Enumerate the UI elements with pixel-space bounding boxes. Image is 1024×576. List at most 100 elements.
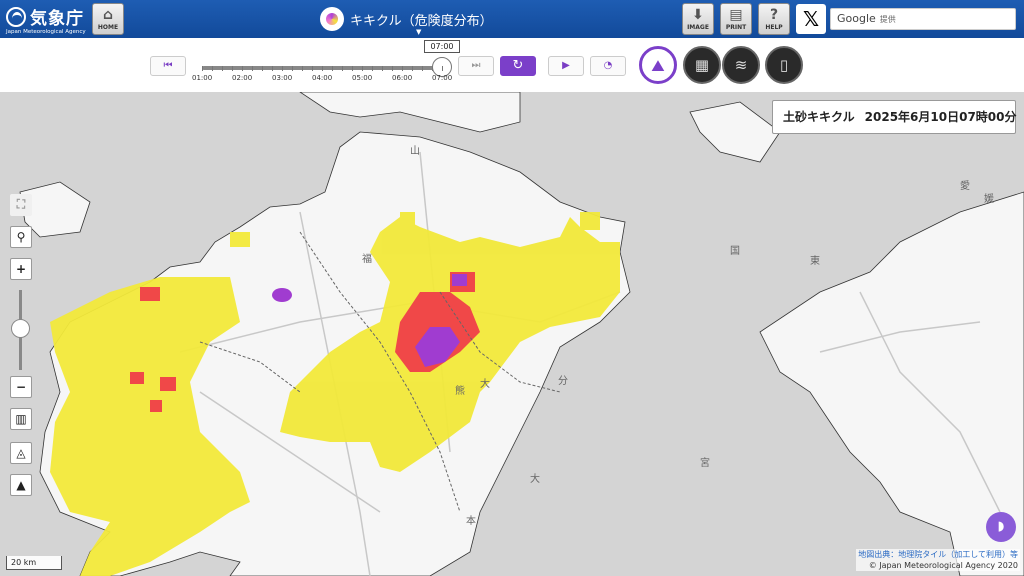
home-button[interactable]: ⌂ HOME bbox=[92, 3, 124, 35]
skip-last-button[interactable]: ⏭ bbox=[458, 56, 494, 76]
jma-logo[interactable]: 気象庁 Japan Meteorological Agency bbox=[6, 4, 88, 35]
zoom-slider-handle[interactable] bbox=[11, 319, 30, 338]
time-tick-label: 01:00 bbox=[192, 74, 213, 82]
logo-english: Japan Meteorological Agency bbox=[6, 29, 86, 35]
image-button[interactable]: ⬇ IMAGE bbox=[682, 3, 714, 35]
datetime-panel: 土砂キキクル 2025年6月10日07時00分 bbox=[772, 100, 1017, 134]
time-tick-mark bbox=[312, 66, 313, 71]
time-tick-mark bbox=[282, 66, 283, 71]
product-title: キキクル（危険度分布） bbox=[350, 13, 493, 29]
place-label: 分 bbox=[558, 376, 568, 387]
help-button[interactable]: ? HELP bbox=[758, 3, 790, 35]
terrain-layer-button[interactable]: ▲ bbox=[10, 474, 32, 496]
place-label: 山 bbox=[410, 146, 420, 157]
legend-button[interactable]: ◗ bbox=[986, 512, 1016, 542]
place-label: 東 bbox=[810, 256, 820, 267]
scale-bar: 20 km bbox=[6, 556, 62, 570]
map-icon: ▯ bbox=[779, 56, 789, 74]
time-tick-mark bbox=[202, 66, 203, 71]
map-attribution: 地図出典：地理院タイル（加工して利用）等 © Japan Meteorologi… bbox=[856, 549, 1020, 571]
building-flood-icon: ▦ bbox=[694, 56, 710, 74]
place-label: 媛 bbox=[984, 194, 994, 205]
map-view[interactable]: 福熊分大本大宮愛媛国東山 ⛶ ⚲ + − ▥ ◬ ▲ bbox=[0, 92, 1024, 576]
fullscreen-icon: ⛶ bbox=[16, 197, 26, 211]
play-button[interactable]: ▶ bbox=[548, 56, 584, 76]
time-tick-mark bbox=[432, 66, 433, 71]
place-label: 国 bbox=[730, 246, 740, 257]
zoom-in-button[interactable]: + bbox=[10, 258, 32, 280]
place-label: 大 bbox=[530, 474, 540, 485]
observation-datetime: 2025年6月10日07時00分 bbox=[864, 110, 1017, 124]
place-label: 宮 bbox=[700, 458, 710, 469]
landslide-mode-button[interactable]: ⛰ bbox=[639, 46, 677, 84]
header-bar: 気象庁 Japan Meteorological Agency ⌂ HOME キ… bbox=[0, 0, 1024, 38]
current-time-label: 07:00 bbox=[424, 40, 460, 53]
honshu-land bbox=[299, 92, 521, 133]
inundation-mode-button[interactable]: ▦ bbox=[683, 46, 721, 84]
time-tick-mark bbox=[352, 66, 353, 71]
house-icon: ⌂ bbox=[102, 7, 114, 23]
search-label: Google bbox=[837, 12, 876, 25]
play-icon: ▶ bbox=[562, 60, 570, 71]
place-label: 大 bbox=[480, 379, 490, 390]
print-label: PRINT bbox=[725, 24, 747, 31]
time-tick-mark bbox=[332, 66, 333, 71]
product-name: 土砂キキクル bbox=[783, 110, 855, 124]
timeline-controls: ⏮ 07:00 01:00 02:00 03:00 04:00 05:00 06:00 07… bbox=[0, 38, 1024, 92]
fullscreen-button[interactable]: ⛶ bbox=[10, 194, 32, 216]
time-tick-mark bbox=[422, 66, 423, 71]
map-pin-icon: ⚲ bbox=[16, 230, 26, 244]
time-tick-mark bbox=[382, 66, 383, 71]
current-location-button[interactable]: ⚲ bbox=[10, 226, 32, 248]
speedometer-icon: ◔ bbox=[603, 60, 613, 71]
place-label: 本 bbox=[466, 516, 476, 527]
place-label: 愛 bbox=[960, 181, 970, 192]
time-tick-mark bbox=[392, 66, 393, 71]
water-drop-icon: ◬ bbox=[16, 446, 26, 460]
attribution-copyright: © Japan Meteorological Agency 2020 bbox=[856, 560, 1020, 571]
reload-button[interactable]: ↻ bbox=[500, 56, 536, 76]
river-icon: ≋ bbox=[734, 56, 748, 74]
time-tick-mark bbox=[272, 66, 273, 71]
time-tick-label: 06:00 bbox=[392, 74, 413, 82]
attribution-source-link[interactable]: 地図出典：地理院タイル（加工して利用）等 bbox=[856, 549, 1020, 560]
time-tick-mark bbox=[372, 66, 373, 71]
skip-forward-icon: ⏭ bbox=[471, 60, 481, 71]
time-tick-mark bbox=[362, 66, 363, 71]
water-layer-button[interactable]: ◬ bbox=[10, 442, 32, 464]
place-label: 熊 bbox=[455, 386, 465, 397]
map-mode-button[interactable]: ▯ bbox=[765, 46, 803, 84]
jma-logo-icon bbox=[6, 7, 26, 27]
google-search-box[interactable]: Google 提供 bbox=[830, 8, 1016, 30]
speed-button[interactable]: ◔ bbox=[590, 56, 626, 76]
refresh-icon: ↻ bbox=[512, 58, 524, 73]
tag-icon: ◗ bbox=[997, 519, 1005, 534]
time-tick-mark bbox=[232, 66, 233, 71]
time-tick-mark bbox=[412, 66, 413, 71]
search-sub-label: 提供 bbox=[879, 15, 896, 24]
zoom-out-button[interactable]: − bbox=[10, 376, 32, 398]
time-tick-mark bbox=[322, 66, 323, 71]
time-ticks: 01:00 02:00 03:00 04:00 05:00 06:00 07:00 bbox=[190, 66, 460, 88]
time-tick-mark bbox=[402, 66, 403, 71]
time-tick-mark bbox=[252, 66, 253, 71]
product-selector[interactable]: キキクル（危険度分布） ▼ bbox=[320, 6, 493, 36]
time-tick-mark bbox=[242, 66, 243, 71]
island-north bbox=[689, 101, 781, 163]
shikoku-land bbox=[759, 191, 1024, 576]
printer-icon: ▤ bbox=[729, 7, 743, 23]
time-tick-label: 04:00 bbox=[312, 74, 333, 82]
print-button[interactable]: ▤ PRINT bbox=[720, 3, 752, 35]
mountain-icon: ▲ bbox=[16, 478, 26, 492]
flood-mode-button[interactable]: ≋ bbox=[722, 46, 760, 84]
skip-first-button[interactable]: ⏮ bbox=[150, 56, 186, 76]
time-tick-mark bbox=[262, 66, 263, 71]
time-tick-label: 03:00 bbox=[272, 74, 293, 82]
plus-icon: + bbox=[15, 262, 27, 276]
x-share-button[interactable]: 𝕏 bbox=[796, 4, 826, 34]
time-tick-mark bbox=[342, 66, 343, 71]
map-layer-button[interactable]: ▥ bbox=[10, 408, 32, 430]
download-icon: ⬇ bbox=[692, 7, 704, 23]
time-tick-mark bbox=[292, 66, 293, 71]
kikikuru-icon bbox=[320, 7, 344, 31]
